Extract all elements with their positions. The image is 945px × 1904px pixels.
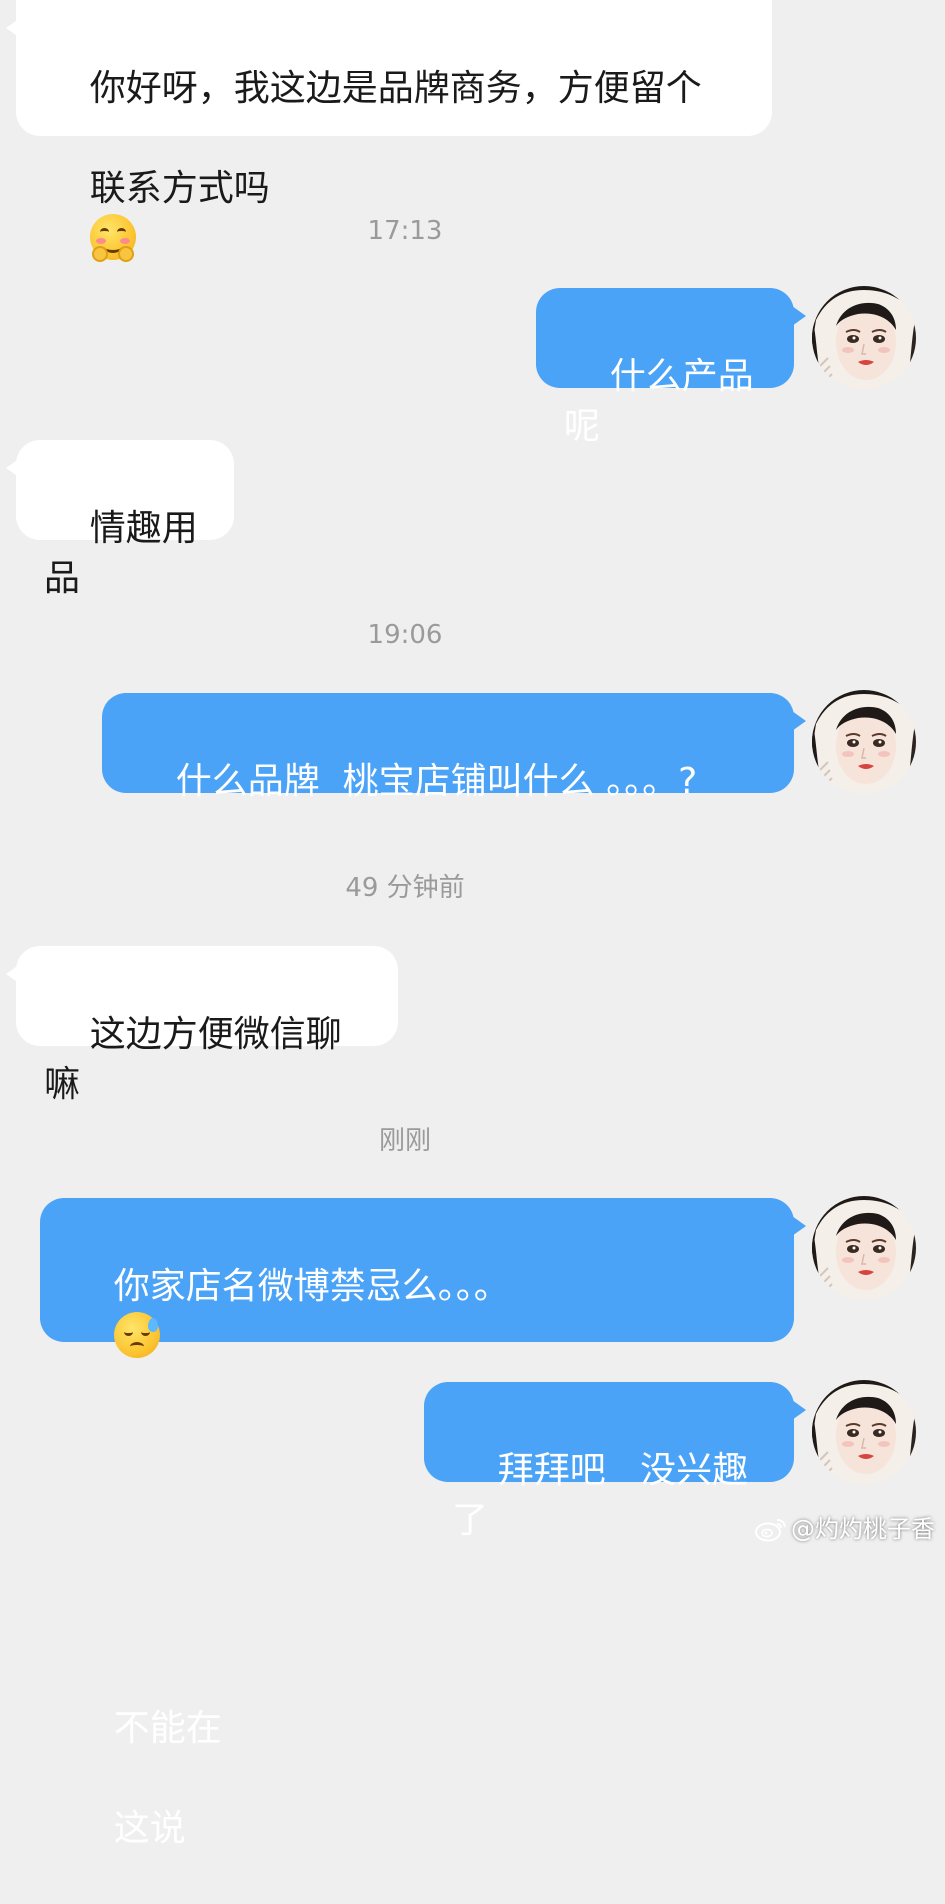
message-text-after-emoji: 不能在	[113, 1708, 222, 1749]
message-text: 你家店名微博禁忌么。。。	[113, 1266, 510, 1307]
message-text: 你好呀，我这边是品牌商务，方便留个	[89, 68, 702, 109]
user-avatar[interactable]	[812, 286, 916, 390]
message-bubble-incoming[interactable]: 这边方便微信聊嘛	[6, 946, 398, 1105]
avatar-portrait-icon	[812, 1196, 916, 1300]
message-bubble-outgoing[interactable]: 什么产品呢	[536, 288, 806, 447]
user-avatar[interactable]	[812, 690, 916, 794]
message-bubble-outgoing[interactable]: 什么品牌 桃宝店铺叫什么 。。。?	[102, 693, 806, 802]
message-bubble-outgoing[interactable]: 你家店名微博禁忌么。。。 不能在 这说	[40, 1198, 806, 1849]
timestamp: 19:06	[367, 620, 443, 650]
user-avatar[interactable]	[812, 1196, 916, 1300]
timestamp: 49 分钟前	[345, 873, 465, 903]
message-text-line2: 这说	[113, 1808, 186, 1849]
downcast-sweat-face-emoji-icon	[113, 1312, 160, 1358]
watermark: @灼灼桃子香	[755, 1514, 935, 1544]
message-text: 什么产品呢	[564, 356, 754, 447]
watermark-text: @灼灼桃子香	[791, 1515, 935, 1543]
message-text: 拜拜吧 没兴趣了	[452, 1450, 749, 1541]
message-text-line2: 联系方式吗	[89, 168, 270, 209]
timestamp: 17:13	[367, 216, 443, 246]
chat-thread[interactable]: 你好呀，我这边是品牌商务，方便留个 联系方式吗 17:13 什么产品呢 情趣用品…	[0, 0, 945, 1849]
message-text: 什么品牌 桃宝店铺叫什么 。。。?	[175, 761, 698, 802]
timestamp: 刚刚	[378, 1126, 431, 1156]
message-bubble-incoming[interactable]: 你好呀，我这边是品牌商务，方便留个 联系方式吗	[6, 0, 772, 262]
user-avatar[interactable]	[812, 1380, 916, 1484]
avatar-portrait-icon	[812, 286, 916, 390]
message-bubble-outgoing[interactable]: 拜拜吧 没兴趣了	[424, 1382, 806, 1541]
message-bubble-incoming[interactable]: 情趣用品	[6, 440, 234, 599]
weibo-logo-icon	[755, 1519, 786, 1542]
message-text: 这边方便微信聊嘛	[44, 1014, 342, 1105]
avatar-portrait-icon	[812, 690, 916, 794]
avatar-portrait-icon	[812, 1380, 916, 1484]
